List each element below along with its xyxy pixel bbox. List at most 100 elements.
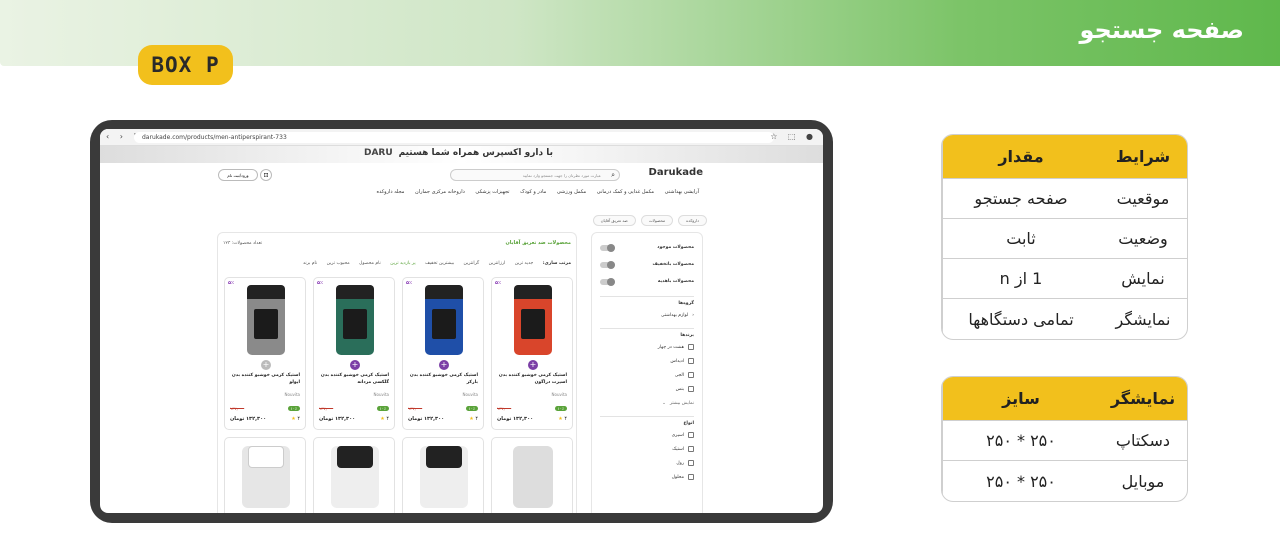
category-item[interactable]: آرایشی بهداشتی [665,189,699,195]
brands-heading: برندها [600,328,694,340]
add-to-cart-icon[interactable]: + [261,360,271,370]
sort-option[interactable]: محبوب ترین [327,261,350,266]
discount-badge: ۵٪ [228,280,235,286]
device-frame: ‹ › ↻ darukade.com/products/men-antipers… [90,120,833,523]
product-image[interactable] [247,285,285,355]
checkbox[interactable] [688,344,694,350]
toggle-switch[interactable] [600,260,615,269]
sort-option[interactable]: نام محصول [359,261,381,266]
category-item[interactable]: تجهیزات پزشکی [475,189,509,195]
groups-heading: گروه‌ها [600,296,694,308]
slide: صفحه جستجو BOX P ‹ › ↻ darukade.com/prod… [0,0,1280,555]
brand-label: ادیداس [670,358,684,364]
product-name[interactable]: استیک کرمی خوشبو کننده بدن گلکسی مردانه [319,372,389,386]
breadcrumb-item[interactable]: ضد تعریق آقایان [592,215,636,226]
product-card[interactable]: ۵٪ + استیک کرمی خوشبو کننده بدن بارکر No… [402,277,484,430]
product-brand: Nouvita [373,392,389,397]
listing-title: محصولات ضد تعریق آقایان [505,240,571,246]
login-button[interactable]: ورود/ثبت نام [218,169,258,181]
breadcrumb-item[interactable]: داروکده [678,215,707,226]
product-image[interactable] [331,446,379,508]
price: ۱۳۲,۳۰۰ تومان [497,416,534,422]
checkbox[interactable] [688,358,694,364]
category-item[interactable]: داروخانه مرکزی جماران [415,189,465,195]
url-bar[interactable]: darukade.com/products/men-antiperspirant… [134,132,774,143]
checkbox[interactable] [688,446,694,452]
sort-option[interactable]: بیشترین تخفیف [425,261,454,266]
product-card[interactable] [402,437,484,513]
show-more-link[interactable]: نمایش بیشتر ⌄ [600,396,694,410]
category-item[interactable]: مکمل غذایی و کمک درمانی [597,189,654,195]
search-input[interactable]: ⌕ عبارت مورد نظرتان را جهت جستجو وارد نم… [450,169,620,181]
type-filter[interactable]: استیک [600,442,694,456]
product-card[interactable] [491,437,573,513]
add-to-cart-icon[interactable]: + [350,360,360,370]
rating-value: ۴ [297,416,300,422]
product-image[interactable] [242,446,290,508]
old-price: ۱۴۷,۰۰۰ [319,406,334,411]
brand-filter[interactable]: هشت در چهار [600,340,694,354]
rating-value: ۴ [475,416,478,422]
off-badge: ۱۰٪ [554,406,567,411]
checkbox[interactable] [688,474,694,480]
checkbox[interactable] [688,460,694,466]
type-filter[interactable]: اسپری [600,428,694,442]
type-filter[interactable]: محلول [600,470,694,484]
table-cell: ۲۵۰ * ۲۵۰ [942,461,1099,501]
product-listing: محصولات ضد تعریق آقایان تعداد محصولات: ۱… [217,232,577,513]
product-image[interactable] [425,285,463,355]
table-cell: ثابت [942,219,1099,259]
toggle-available[interactable]: محصولات موجود [600,239,694,256]
site-topbar: Darukade ⌕ عبارت مورد نظرتان را جهت جستج… [100,163,823,201]
brand-filter[interactable]: ادیداس [600,354,694,368]
add-to-cart-icon[interactable]: + [528,360,538,370]
checkbox[interactable] [688,386,694,392]
product-card[interactable] [224,437,306,513]
checkbox[interactable] [688,432,694,438]
brand-filter[interactable]: بنس [600,382,694,396]
product-name[interactable]: استیک کرمی خوشبو کننده بدن اپولو [230,372,300,386]
sort-option[interactable]: ارزانترین [489,261,506,266]
cart-icon[interactable]: ⊡ [260,169,272,181]
toggle-switch[interactable] [600,243,615,252]
promo-banner[interactable]: با دارو اکسپرس همراه شما هستیم DARU [100,146,823,163]
toggle-label: محصولات موجود [657,245,694,250]
sort-option-active[interactable]: پر بازدید ترین [390,261,415,266]
product-card[interactable] [313,437,395,513]
table-cell: صفحه جستجو [942,179,1099,219]
breadcrumb-item[interactable]: محصولات [640,215,674,226]
checkbox[interactable] [688,372,694,378]
add-to-cart-icon[interactable]: + [439,360,449,370]
breadcrumb: داروکده محصولات ضد تعریق آقایان [592,215,707,226]
type-filter[interactable]: رول [600,456,694,470]
table-header: سایز [942,377,1099,421]
site-logo[interactable]: Darukade [649,167,703,178]
product-name[interactable]: استیک کرمی خوشبو کننده بدن اسپرت دراگون [497,372,567,386]
product-image[interactable] [513,446,553,508]
category-item[interactable]: مادر و کودک [520,189,546,195]
toggle-gift[interactable]: محصولات باهدیه [600,273,694,290]
brand-filter[interactable]: الجی [600,368,694,382]
product-card[interactable]: ۵٪ + استیک کرمی خوشبو کننده بدن اسپرت در… [491,277,573,430]
conditions-table: شرایط مقدار موقعیت صفحه جستجو وضعیت ثابت ن… [941,134,1188,340]
group-item[interactable]: ‹ لوازم بهداشتی [600,308,694,322]
sort-option[interactable]: نام برند [303,261,317,266]
product-image[interactable] [514,285,552,355]
sort-option[interactable]: گرانترین [464,261,480,266]
product-card[interactable]: ۵٪ + استیک کرمی خوشبو کننده بدن گلکسی مر… [313,277,395,430]
toggle-switch[interactable] [600,277,615,286]
star-icon: ★ [558,416,563,422]
category-item[interactable]: مکمل ورزشی [557,189,586,195]
rating: ۴ ★ [291,416,300,422]
product-image[interactable] [336,285,374,355]
browser-controls-icons[interactable]: ☆ ⬚ ● [770,132,817,141]
toggle-discount[interactable]: محصولات باتخفیف [600,256,694,273]
rating: ۴ ★ [558,416,567,422]
category-item[interactable]: مجله داروکده [377,189,405,195]
product-grid: ۵٪ + استیک کرمی خوشبو کننده بدن اسپرت در… [224,277,573,513]
sort-option[interactable]: جدید ترین [515,261,534,266]
product-name[interactable]: استیک کرمی خوشبو کننده بدن بارکر [408,372,478,386]
product-image[interactable] [420,446,468,508]
price: ۱۳۲,۳۰۰ تومان [230,416,267,422]
product-card[interactable]: ۵٪ + استیک کرمی خوشبو کننده بدن اپولو No… [224,277,306,430]
